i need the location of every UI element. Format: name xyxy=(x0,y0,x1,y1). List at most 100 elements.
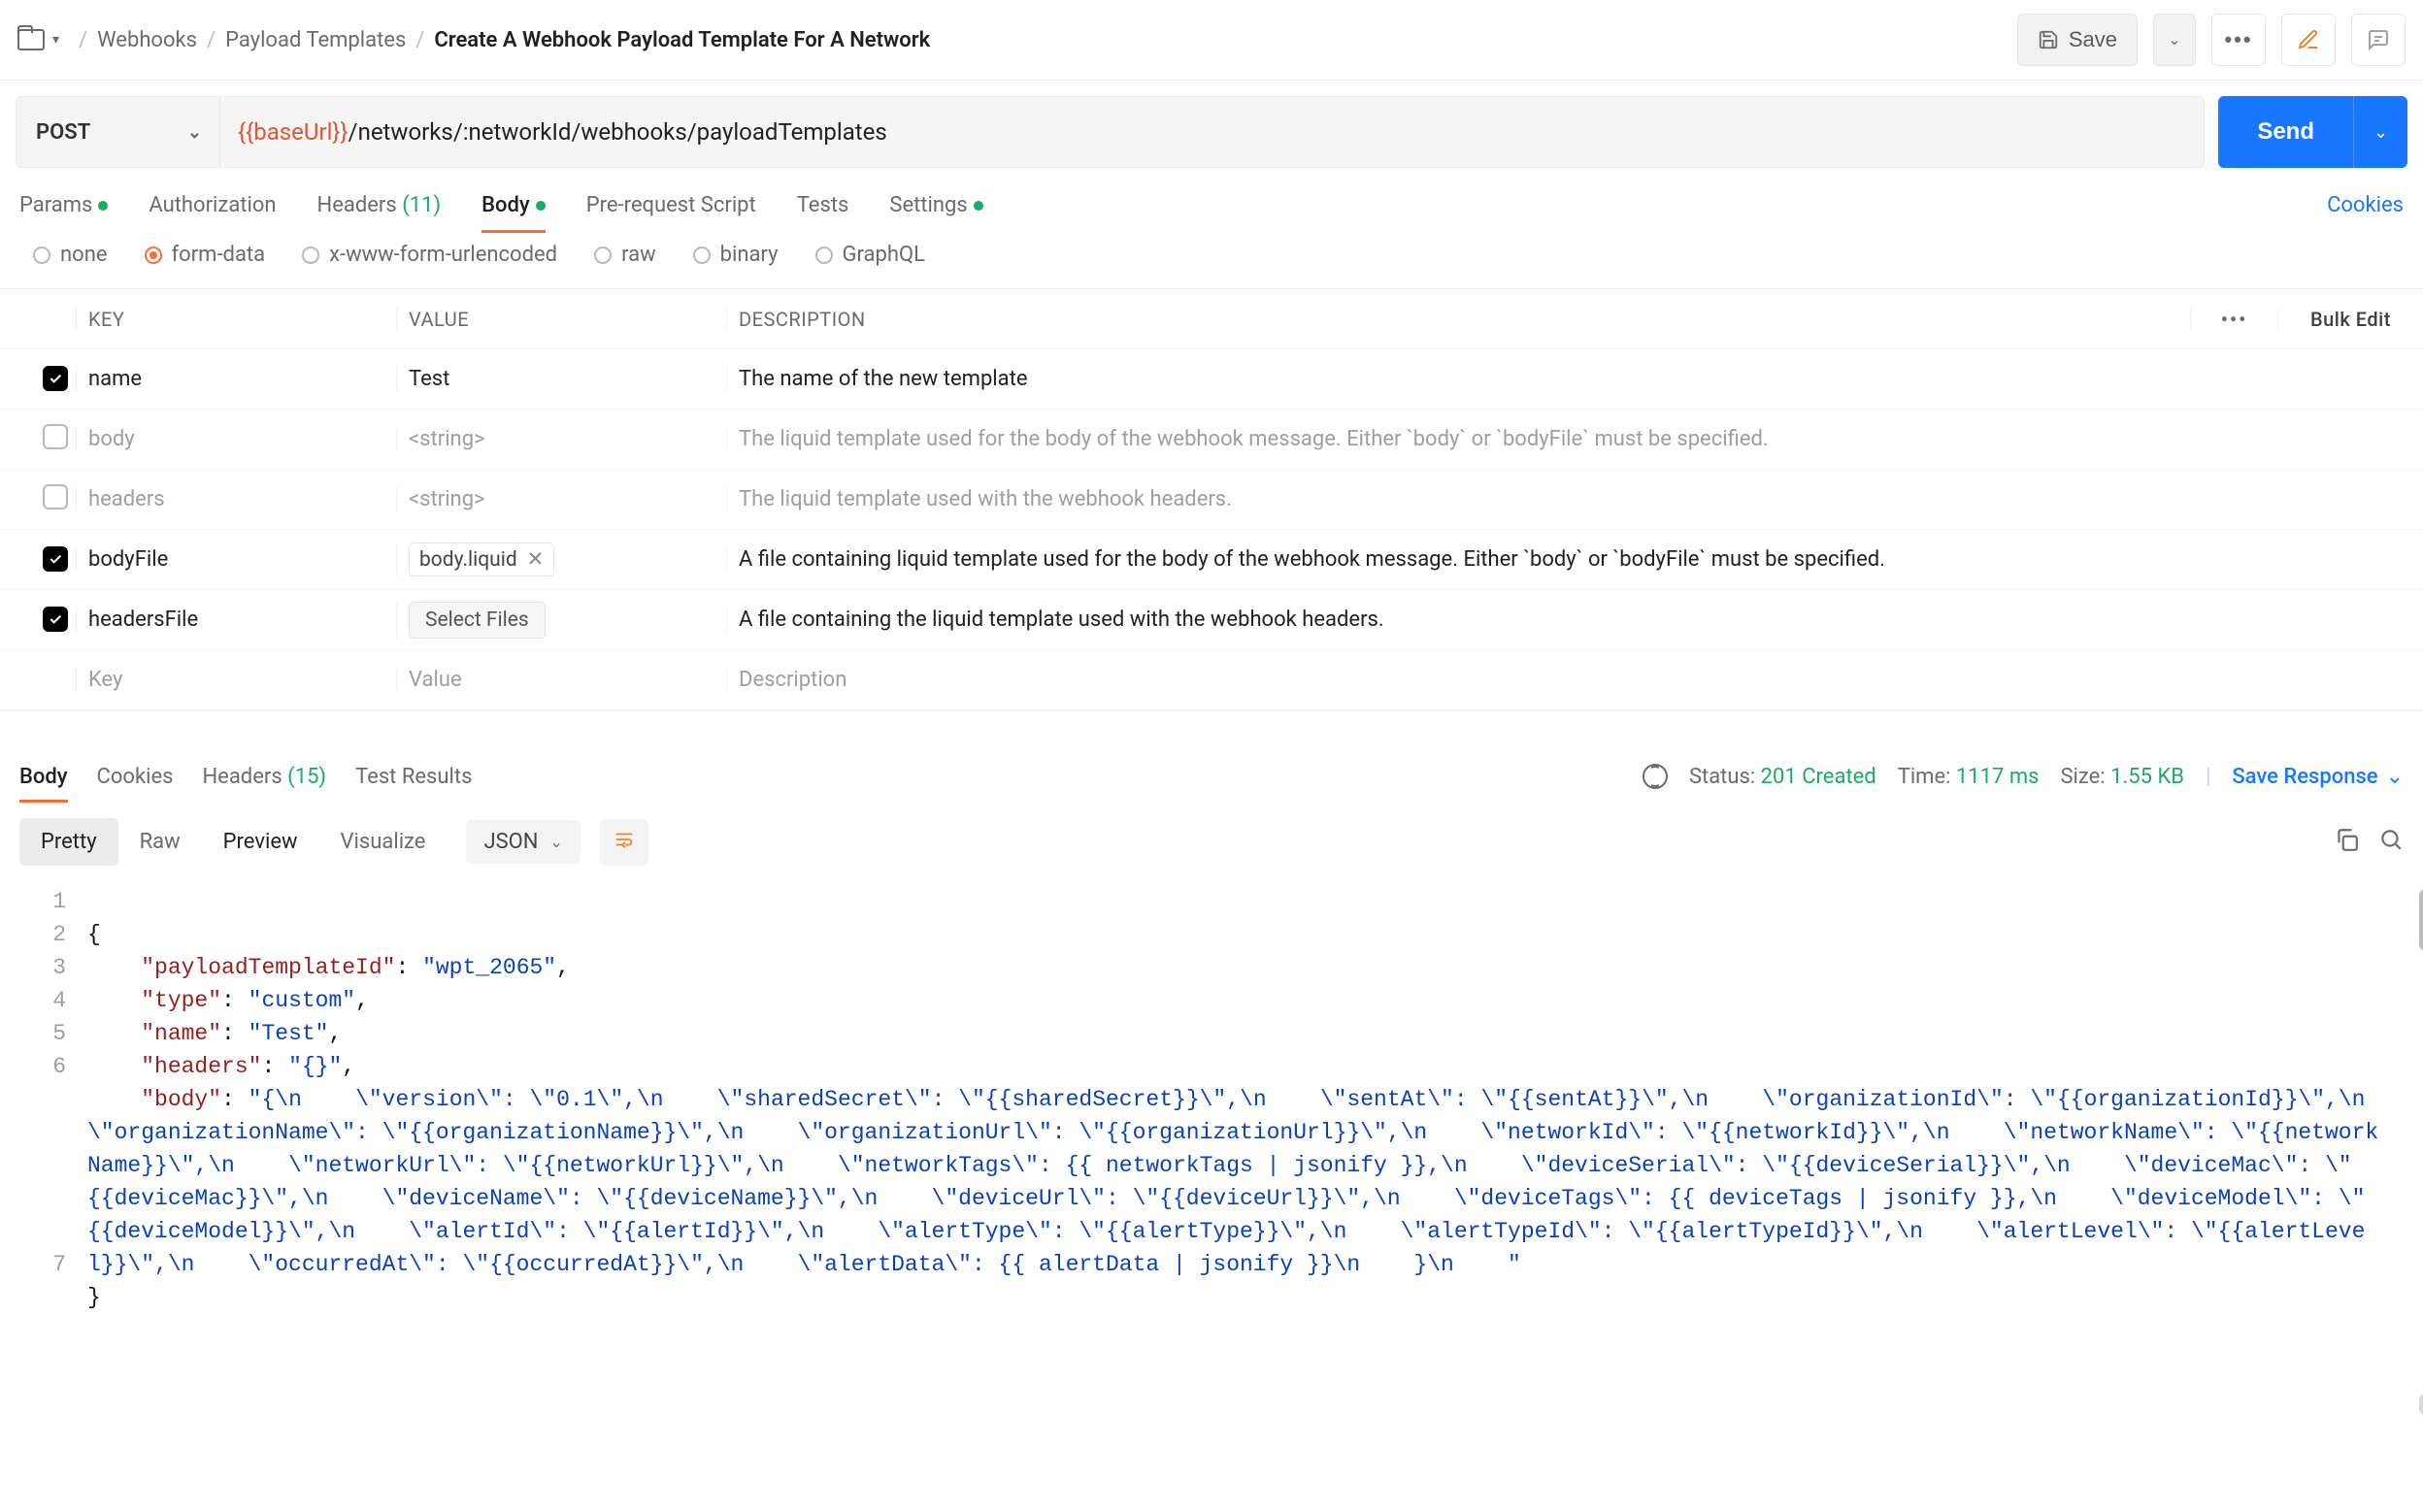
cookies-link[interactable]: Cookies xyxy=(2327,193,2404,233)
more-icon: ••• xyxy=(2221,308,2248,331)
view-mode-segment: Pretty Raw Preview Visualize xyxy=(19,818,447,866)
folder-menu-caret[interactable]: ▾ xyxy=(52,32,59,48)
file-chip[interactable]: body.liquid✕ xyxy=(409,542,554,576)
desc-placeholder[interactable]: Description xyxy=(726,668,2423,692)
tab-authorization[interactable]: Authorization xyxy=(149,193,276,233)
tab-headers[interactable]: Headers (11) xyxy=(317,193,442,233)
edit-button[interactable] xyxy=(2281,14,2336,66)
table-row-empty: Key Value Description xyxy=(0,650,2423,710)
view-pretty[interactable]: Pretty xyxy=(19,818,118,866)
tab-tests[interactable]: Tests xyxy=(797,193,849,233)
send-button[interactable]: Send xyxy=(2218,96,2353,168)
format-select[interactable]: JSON⌄ xyxy=(466,820,580,864)
send-dropdown[interactable]: ⌄ xyxy=(2353,96,2407,168)
select-files-button[interactable]: Select Files xyxy=(409,602,546,639)
desc-cell[interactable]: The name of the new template xyxy=(726,367,2423,391)
key-cell[interactable]: bodyFile xyxy=(76,547,396,572)
key-cell[interactable]: body xyxy=(76,427,396,451)
wrap-lines-button[interactable] xyxy=(600,819,648,866)
request-tabs: Params Authorization Headers (11) Body P… xyxy=(0,168,2423,233)
method-label: POST xyxy=(36,120,90,145)
radio-form-data[interactable]: form-data xyxy=(145,243,274,267)
code-content[interactable]: { "payloadTemplateId": "wpt_2065", "type… xyxy=(87,885,2423,1413)
value-cell[interactable]: body.liquid✕ xyxy=(396,542,726,576)
row-checkbox[interactable] xyxy=(43,546,68,572)
time-label: Time: 1117 ms xyxy=(1898,765,2040,789)
save-icon xyxy=(2038,29,2059,50)
tab-body[interactable]: Body xyxy=(481,193,546,233)
radio-raw[interactable]: raw xyxy=(594,243,664,267)
value-cell[interactable]: <string> xyxy=(396,487,726,511)
key-placeholder[interactable]: Key xyxy=(76,668,396,692)
body-type-row: none form-data x-www-form-urlencoded raw… xyxy=(0,233,2423,288)
col-key: KEY xyxy=(76,308,396,331)
key-cell[interactable]: headersFile xyxy=(76,608,396,632)
response-tabs: Body Cookies Headers (15) Test Results S… xyxy=(0,764,2423,803)
remove-file-icon[interactable]: ✕ xyxy=(527,547,545,572)
radio-none[interactable]: none xyxy=(33,243,116,267)
view-raw[interactable]: Raw xyxy=(118,818,202,866)
url-path-part: /networks/:networkId/webhooks/payloadTem… xyxy=(349,118,887,146)
scrollbar-thumb[interactable] xyxy=(2419,889,2423,951)
method-select[interactable]: POST ⌄ xyxy=(17,97,220,167)
more-actions[interactable]: ••• xyxy=(2211,14,2266,66)
table-row: bodyFile body.liquid✕ A file containing … xyxy=(0,530,2423,590)
size-label: Size: 1.55 KB xyxy=(2060,765,2184,789)
response-body: 1 2 3 4 5 6 7 { "payloadTemplateId": "wp… xyxy=(0,881,2423,1413)
bulk-edit-link[interactable]: Bulk Edit xyxy=(2277,308,2423,331)
table-row: headers <string> The liquid template use… xyxy=(0,470,2423,530)
network-icon[interactable] xyxy=(1643,764,1668,789)
desc-cell[interactable]: A file containing liquid template used f… xyxy=(726,547,2423,572)
copy-icon xyxy=(2334,827,2359,852)
radio-urlencoded[interactable]: x-www-form-urlencoded xyxy=(302,243,565,267)
comment-button[interactable] xyxy=(2351,14,2406,66)
tab-prerequest[interactable]: Pre-request Script xyxy=(586,193,756,233)
row-checkbox[interactable] xyxy=(43,484,68,509)
save-button[interactable]: Save xyxy=(2017,14,2138,66)
wrap-icon xyxy=(614,829,635,850)
folder-icon xyxy=(17,29,45,50)
crumb-webhooks[interactable]: Webhooks xyxy=(97,28,197,52)
line-gutter: 1 2 3 4 5 6 7 xyxy=(0,885,87,1413)
value-cell[interactable]: <string> xyxy=(396,427,726,451)
table-row: name Test The name of the new template xyxy=(0,349,2423,410)
value-cell[interactable]: Test xyxy=(396,367,726,391)
desc-cell[interactable]: The liquid template used for the body of… xyxy=(726,427,2423,451)
desc-cell[interactable]: A file containing the liquid template us… xyxy=(726,608,2423,632)
resp-tab-cookies[interactable]: Cookies xyxy=(97,765,174,803)
copy-button[interactable] xyxy=(2334,827,2359,858)
save-dropdown[interactable]: ⌄ xyxy=(2153,14,2196,66)
comment-icon xyxy=(2367,28,2390,51)
resp-tab-body[interactable]: Body xyxy=(19,765,68,803)
radio-graphql[interactable]: GraphQL xyxy=(815,243,933,267)
value-cell[interactable]: Select Files xyxy=(396,602,726,639)
table-row: headersFile Select Files A file containi… xyxy=(0,590,2423,650)
col-value: VALUE xyxy=(396,308,726,331)
resp-tab-tests[interactable]: Test Results xyxy=(355,765,472,803)
tab-params[interactable]: Params xyxy=(19,193,108,233)
save-response-dropdown[interactable]: Save Response⌄ xyxy=(2232,765,2404,789)
key-cell[interactable]: name xyxy=(76,367,396,391)
search-button[interactable] xyxy=(2378,827,2404,858)
row-checkbox[interactable] xyxy=(43,366,68,391)
more-icon: ••• xyxy=(2224,27,2252,52)
table-row: body <string> The liquid template used f… xyxy=(0,410,2423,470)
row-checkbox[interactable] xyxy=(43,424,68,449)
key-cell[interactable]: headers xyxy=(76,487,396,511)
desc-cell[interactable]: The liquid template used with the webhoo… xyxy=(726,487,2423,511)
save-button-label: Save xyxy=(2069,27,2117,52)
crumb-payload-templates[interactable]: Payload Templates xyxy=(225,28,406,52)
scrollbar-thumb[interactable] xyxy=(2419,1394,2423,1415)
row-checkbox[interactable] xyxy=(43,607,68,632)
pencil-icon xyxy=(2297,28,2320,51)
resp-tab-headers[interactable]: Headers (15) xyxy=(202,765,326,803)
grid-options[interactable]: ••• xyxy=(2190,308,2277,331)
url-input[interactable]: {{baseUrl}}/networks/:networkId/webhooks… xyxy=(220,97,2204,167)
value-placeholder[interactable]: Value xyxy=(396,668,726,692)
search-icon xyxy=(2378,827,2404,852)
view-preview[interactable]: Preview xyxy=(202,818,319,866)
col-desc: DESCRIPTION xyxy=(726,308,2190,331)
tab-settings[interactable]: Settings xyxy=(889,193,982,233)
view-visualize[interactable]: Visualize xyxy=(319,818,448,866)
radio-binary[interactable]: binary xyxy=(693,243,786,267)
